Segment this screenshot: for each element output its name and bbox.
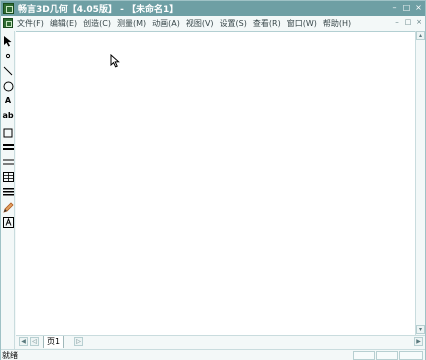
app-window: 畅言3D几何【4.05版】 - 【未命名1】 – □ × 文件(F) 编辑(E)… — [0, 0, 426, 360]
vertical-scrollbar[interactable]: ▴ ▾ — [415, 31, 425, 335]
drawing-canvas[interactable] — [16, 31, 415, 335]
minimize-button[interactable]: – — [390, 3, 399, 12]
label-tool-icon[interactable]: ab — [2, 110, 14, 122]
menu-bar: 文件(F) 编辑(E) 创造(C) 测量(M) 动画(A) 视图(V) 设置(S… — [1, 16, 425, 30]
close-button[interactable]: × — [414, 3, 423, 12]
menu-measure[interactable]: 测量(M) — [117, 18, 146, 29]
app-logo-icon[interactable] — [3, 3, 14, 14]
maximize-button[interactable]: □ — [402, 3, 411, 12]
scroll-up-button[interactable]: ▴ — [416, 31, 425, 40]
doc-restore-button[interactable]: □ — [404, 18, 412, 26]
status-text: 就绪 — [2, 351, 18, 360]
stack-lines-tool-icon[interactable] — [2, 186, 14, 198]
first-page-button[interactable]: ◀ — [19, 337, 28, 346]
circle-tool-icon[interactable] — [2, 80, 14, 92]
window-controls: – □ × — [390, 3, 423, 12]
menu-settings[interactable]: 设置(S) — [220, 18, 247, 29]
text-box-tool-icon[interactable] — [2, 216, 14, 228]
menu-view[interactable]: 视图(V) — [186, 18, 214, 29]
grid-tool-icon[interactable] — [2, 171, 14, 183]
mouse-pointer-icon — [110, 53, 120, 71]
doc-minimize-button[interactable]: – — [393, 18, 401, 26]
next-page-button[interactable]: ▷ — [74, 337, 83, 346]
scroll-down-button[interactable]: ▾ — [416, 325, 425, 334]
title-bar[interactable]: 畅言3D几何【4.05版】 - 【未命名1】 – □ × — [1, 1, 425, 16]
doc-close-button[interactable]: × — [415, 18, 423, 26]
document-controls: – □ × — [393, 18, 423, 26]
pencil-tool-icon[interactable] — [2, 201, 14, 213]
select-arrow-tool-icon[interactable] — [2, 35, 14, 47]
menu-help[interactable]: 帮助(H) — [323, 18, 351, 29]
thick-line-tool-icon[interactable] — [2, 141, 14, 153]
parallel-lines-tool-icon[interactable] — [2, 156, 14, 168]
status-panel-2 — [376, 351, 398, 360]
previous-page-button[interactable]: ◁ — [30, 337, 39, 346]
menu-edit[interactable]: 编辑(E) — [50, 18, 77, 29]
status-panel-3 — [399, 351, 423, 360]
status-bar: 就绪 — [1, 349, 425, 360]
page-tab[interactable]: 页1 — [43, 336, 65, 348]
status-panel-1 — [353, 351, 375, 360]
menu-file[interactable]: 文件(F) — [17, 18, 44, 29]
rectangle-tool-icon[interactable] — [2, 127, 14, 139]
point-tool-icon[interactable] — [2, 50, 14, 62]
toolbox: A ab — [1, 31, 15, 349]
menu-animate[interactable]: 动画(A) — [152, 18, 180, 29]
page-navigation-bar: ◀ ◁ 页1 ▷ ▶ — [16, 335, 425, 348]
text-tool-icon[interactable]: A — [2, 95, 14, 107]
menu-create[interactable]: 创造(C) — [83, 18, 111, 29]
line-tool-icon[interactable] — [2, 65, 14, 77]
menu-inspect[interactable]: 查看(R) — [253, 18, 281, 29]
window-title: 畅言3D几何【4.05版】 - 【未命名1】 — [18, 5, 179, 15]
document-icon[interactable] — [3, 18, 13, 28]
menu-window[interactable]: 窗口(W) — [287, 18, 317, 29]
last-page-button[interactable]: ▶ — [414, 337, 423, 346]
